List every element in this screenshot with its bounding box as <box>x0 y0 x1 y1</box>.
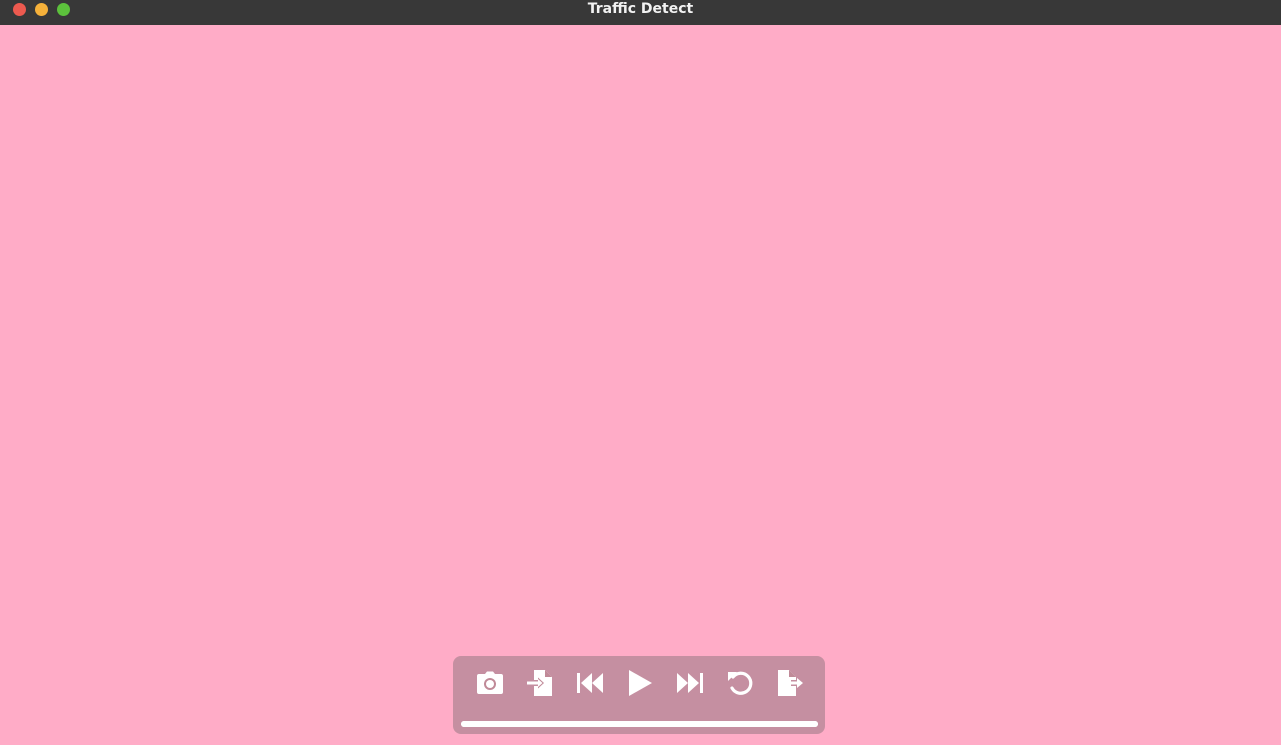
replay-button[interactable] <box>723 668 757 698</box>
rotate-left-icon <box>726 669 754 697</box>
previous-button[interactable] <box>573 668 607 698</box>
app-window: Traffic Detect <box>0 0 1281 745</box>
file-export-icon <box>776 669 804 697</box>
snapshot-button[interactable] <box>473 668 507 698</box>
progress-bar[interactable] <box>461 721 818 727</box>
window-title: Traffic Detect <box>587 1 694 17</box>
skip-forward-icon <box>676 672 704 694</box>
progress-fill <box>461 721 818 727</box>
file-import-icon <box>526 669 554 697</box>
next-button[interactable] <box>673 668 707 698</box>
camera-icon <box>476 671 504 695</box>
play-button[interactable] <box>623 668 657 698</box>
player-control-bar <box>453 656 825 734</box>
export-button[interactable] <box>773 668 807 698</box>
title-bar: Traffic Detect <box>0 0 1281 25</box>
video-display-area <box>0 25 1281 745</box>
open-file-button[interactable] <box>523 668 557 698</box>
skip-back-icon <box>576 672 604 694</box>
play-icon <box>627 669 653 697</box>
